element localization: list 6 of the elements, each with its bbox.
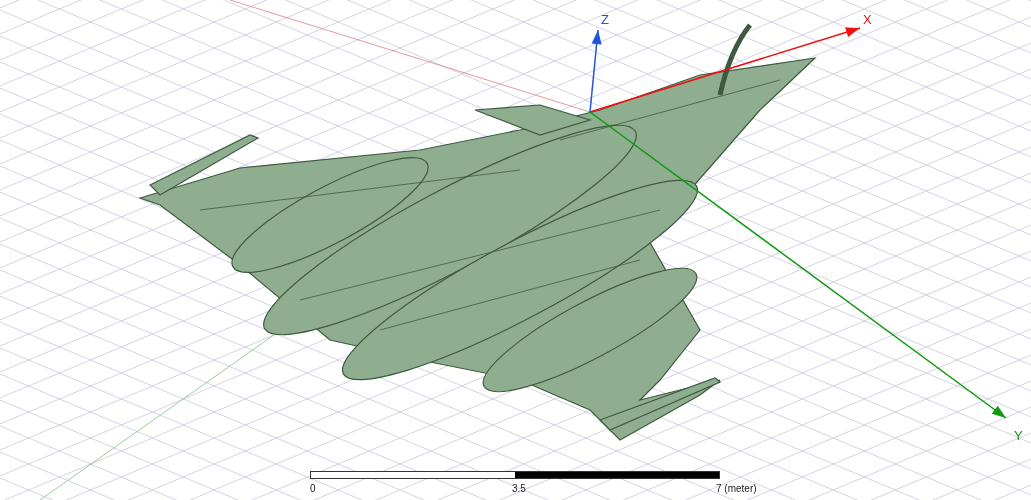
axis-label: Y [1014,428,1023,443]
scale-label: 3.5 [512,483,526,494]
scale-label: 0 [310,483,316,494]
axis-label: Z [601,12,609,27]
scale-label: 7 (meter) [716,483,757,494]
axis-label: X [863,12,872,27]
